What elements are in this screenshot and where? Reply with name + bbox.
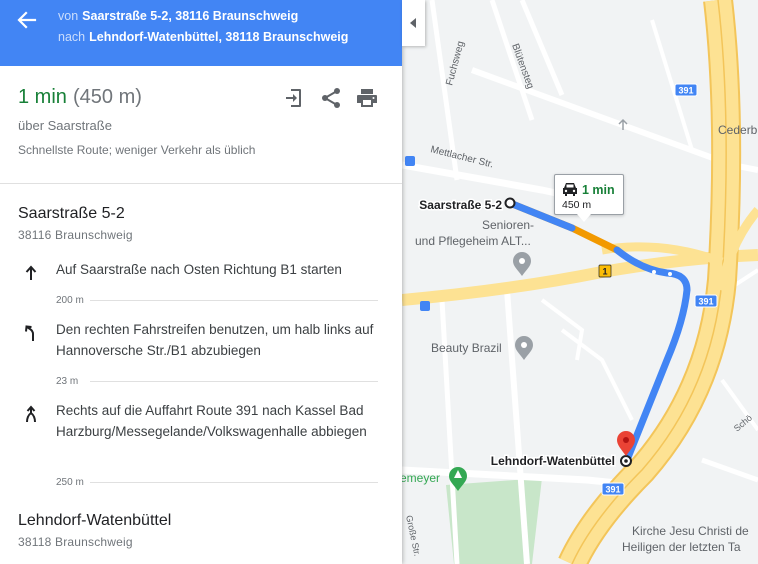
end-location-name[interactable]: Lehndorf-Watenbüttel bbox=[18, 512, 171, 530]
route-shield-label: 1 bbox=[602, 267, 607, 277]
route-shield-label: 391 bbox=[698, 297, 713, 307]
route-shield-label: 391 bbox=[678, 86, 693, 96]
directions-panel: von Saarstraße 5-2, 38116 Braunschweig na… bbox=[0, 0, 402, 564]
car-icon bbox=[563, 183, 577, 196]
print-icon[interactable] bbox=[355, 86, 379, 110]
park-label: emeyer bbox=[402, 471, 440, 485]
step-divider bbox=[90, 482, 378, 483]
map-view[interactable]: 391 391 391 1 Fuchsweg Blütensteg Mettla… bbox=[402, 0, 758, 564]
step-2-distance: 23 m bbox=[56, 376, 79, 387]
start-map-label: Saarstraße 5-2 bbox=[419, 198, 502, 212]
end-location-postal: 38118 Braunschweig bbox=[18, 535, 133, 549]
step-3-text[interactable]: Rechts auf die Auffahrt Route 391 nach K… bbox=[56, 401, 386, 442]
bubble-distance: 450 m bbox=[562, 199, 592, 211]
poi-pin-dot bbox=[521, 342, 527, 348]
poi-label: Kirche Jesu Christi de bbox=[632, 524, 749, 538]
end-map-label: Lehndorf-Watenbüttel bbox=[491, 454, 615, 468]
bubble-tail bbox=[577, 214, 591, 222]
directions-header: von Saarstraße 5-2, 38116 Braunschweig na… bbox=[0, 0, 402, 66]
start-location-postal: 38116 Braunschweig bbox=[18, 228, 133, 242]
route-waypoint bbox=[652, 270, 656, 274]
street-label: Fuchsweg bbox=[444, 40, 466, 87]
start-location-name[interactable]: Saarstraße 5-2 bbox=[18, 205, 125, 223]
bus-stop-icon[interactable] bbox=[405, 156, 415, 166]
poi-label: und Pflegeheim ALT... bbox=[415, 234, 531, 248]
poi-label: Senioren- bbox=[482, 218, 534, 232]
poi-label: Heiligen der letzten Ta bbox=[622, 540, 741, 554]
place-label: Cederb bbox=[718, 123, 758, 137]
step-3-distance: 250 m bbox=[56, 477, 84, 488]
bubble-duration: 1 min bbox=[582, 183, 615, 197]
end-marker-dot bbox=[624, 459, 628, 463]
route-shield-label: 391 bbox=[605, 485, 620, 495]
street-label: Schö bbox=[732, 413, 754, 434]
ramp-right-icon bbox=[26, 405, 36, 423]
slight-left-arrow-icon bbox=[25, 325, 34, 341]
step-1-text[interactable]: Auf Saarstraße nach Osten Richtung B1 st… bbox=[56, 260, 386, 281]
route-info-bubble[interactable]: 1 min 450 m bbox=[554, 174, 624, 222]
send-to-device-icon[interactable] bbox=[282, 86, 306, 110]
route-note: Schnellste Route; weniger Verkehr als üb… bbox=[18, 143, 256, 157]
share-icon[interactable] bbox=[319, 86, 343, 110]
triangle-left-icon bbox=[410, 18, 416, 28]
bus-stop-icon[interactable] bbox=[420, 301, 430, 311]
start-marker[interactable] bbox=[504, 197, 516, 209]
destination-prefix: nach bbox=[58, 30, 86, 44]
destination-pin-dot bbox=[623, 437, 629, 443]
origin-line[interactable]: von Saarstraße 5-2, 38116 Braunschweig bbox=[58, 9, 298, 23]
step-2-text[interactable]: Den rechten Fahrstreifen benutzen, um ha… bbox=[56, 320, 386, 361]
street-label: Mettlacher Str. bbox=[429, 144, 494, 170]
back-arrow-icon[interactable] bbox=[14, 8, 40, 32]
poi-pin-dot bbox=[519, 258, 525, 264]
street-label: Große Str. bbox=[404, 514, 422, 557]
collapse-panel-button[interactable] bbox=[402, 0, 425, 46]
route-duration: 1 min bbox=[18, 86, 67, 108]
route-waypoint bbox=[668, 272, 672, 276]
step-1-distance: 200 m bbox=[56, 295, 84, 306]
destination-line[interactable]: nach Lehndorf-Watenbüttel, 38118 Braunsch… bbox=[58, 30, 348, 44]
straight-arrow-icon bbox=[25, 265, 37, 280]
origin-value: Saarstraße 5-2, 38116 Braunschweig bbox=[82, 9, 299, 23]
destination-value: Lehndorf-Watenbüttel, 38118 Braunschweig bbox=[89, 30, 349, 44]
route-via: über Saarstraße bbox=[18, 118, 112, 133]
route-summary: 1 min (450 m) über Saarstraße Schnellste… bbox=[0, 66, 402, 184]
origin-prefix: von bbox=[58, 9, 79, 23]
step-divider bbox=[90, 381, 378, 382]
route-distance: (450 m) bbox=[73, 86, 142, 108]
road-b1 bbox=[402, 249, 758, 306]
poi-label: Beauty Brazil bbox=[431, 341, 502, 355]
step-divider bbox=[90, 300, 378, 301]
